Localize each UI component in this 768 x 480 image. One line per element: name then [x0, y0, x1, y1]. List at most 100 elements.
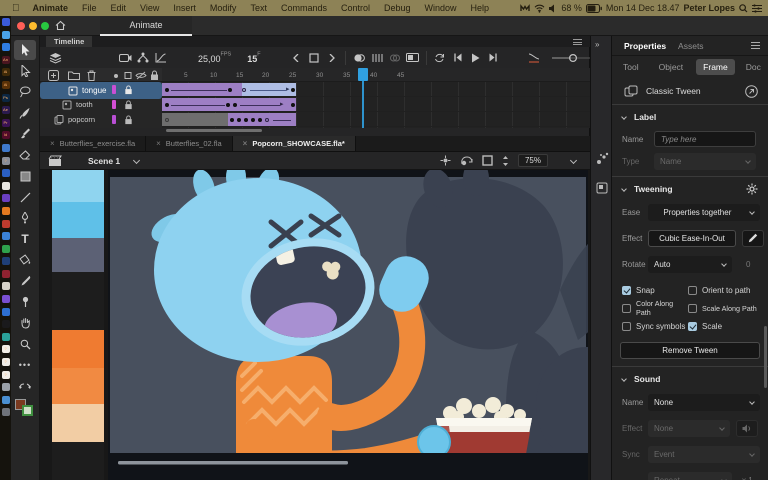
volume-icon[interactable]: [549, 4, 557, 13]
zoom-chevron-icon[interactable]: [570, 157, 577, 164]
more-tools-button[interactable]: •••: [14, 355, 36, 375]
menu-help[interactable]: Help: [464, 3, 497, 13]
layer-color-swatch[interactable]: [112, 100, 116, 109]
dock[interactable]: AnAiAiPsAePrId????: [0, 16, 11, 480]
dock-app-icon[interactable]: ?: [2, 157, 10, 165]
paint-bucket-tool[interactable]: [14, 250, 36, 270]
menu-control[interactable]: Control: [334, 3, 377, 13]
dock-app-icon[interactable]: ?: [2, 371, 10, 379]
swatch-peach[interactable]: [52, 404, 104, 442]
outline-column-icon[interactable]: [124, 70, 132, 81]
menu-window[interactable]: Window: [418, 3, 464, 13]
dock-app-icon[interactable]: [2, 270, 10, 278]
center-frame-icon[interactable]: [440, 155, 451, 166]
particles-panel-icon[interactable]: [596, 152, 609, 165]
menu-debug[interactable]: Debug: [377, 3, 418, 13]
swap-colors-icon[interactable]: [14, 376, 36, 396]
scene-chevron-icon[interactable]: [133, 157, 140, 164]
onion-skin-outlines-icon[interactable]: [368, 50, 386, 66]
fps-value[interactable]: 25,00FPS: [198, 49, 231, 67]
control-center-icon[interactable]: [752, 4, 762, 13]
graph-editor-icon[interactable]: [152, 50, 170, 66]
delete-layer-icon[interactable]: [87, 70, 96, 81]
insert-keyframe-icon[interactable]: [305, 50, 323, 66]
zoom-tool[interactable]: [14, 334, 36, 354]
fill-color-chip[interactable]: [22, 405, 33, 416]
dock-app-icon[interactable]: Ae: [2, 106, 10, 114]
scale-along-path-checkbox[interactable]: Scale Along Path: [688, 304, 757, 313]
dock-app-icon[interactable]: [2, 31, 10, 39]
dock-app-icon[interactable]: [2, 245, 10, 253]
classic-brush-tool[interactable]: [14, 124, 36, 144]
layer-color-swatch[interactable]: [112, 85, 116, 94]
previous-keyframe-icon[interactable]: [287, 50, 305, 66]
ease-curve-icon[interactable]: [525, 50, 543, 66]
dock-app-icon[interactable]: An: [2, 56, 10, 64]
repeat-count-value[interactable]: x 1: [742, 476, 753, 480]
convert-tween-icon[interactable]: [745, 85, 758, 98]
dock-app-icon[interactable]: Ps: [2, 94, 10, 102]
create-frame-span-icon[interactable]: [404, 50, 422, 66]
layer-row-tooth[interactable]: tooth: [40, 97, 162, 112]
layer-color-swatch[interactable]: [112, 115, 116, 124]
dock-app-icon[interactable]: Id: [2, 131, 10, 139]
label-type-select[interactable]: Name: [654, 153, 756, 170]
frame-row-tongue[interactable]: ▸: [162, 82, 590, 97]
close-tab-icon[interactable]: ×: [50, 139, 55, 148]
timeline-panel-tab[interactable]: Timeline: [46, 36, 92, 47]
zoom-window-button[interactable]: [41, 22, 49, 30]
orient-to-path-checkbox[interactable]: Orient to path: [688, 286, 750, 295]
swatch-light-blue[interactable]: [52, 170, 104, 202]
swatch-medium-blue[interactable]: [52, 202, 104, 238]
edit-ease-pencil-button[interactable]: [742, 230, 764, 247]
doc-tab-butterflies-02[interactable]: ×Butterflies_02.fla: [146, 136, 233, 151]
scene-name[interactable]: Scene 1: [88, 156, 120, 166]
timeline-scrollbar[interactable]: [162, 129, 590, 133]
next-keyframe-icon[interactable]: [323, 50, 341, 66]
frame-row-tooth[interactable]: ▸: [162, 97, 590, 112]
menubar-user[interactable]: Peter Lopes: [683, 3, 735, 13]
menu-animate[interactable]: Animate: [26, 3, 76, 13]
layer-lock-icon[interactable]: [124, 85, 133, 95]
close-tab-icon[interactable]: ×: [243, 139, 248, 148]
tab-properties[interactable]: Properties: [624, 41, 666, 51]
swatch-slate[interactable]: [52, 238, 104, 272]
menu-commands[interactable]: Commands: [274, 3, 334, 13]
zoom-stepper[interactable]: [502, 155, 509, 167]
minimize-window-button[interactable]: [29, 22, 37, 30]
rotate-select[interactable]: Auto: [648, 256, 732, 273]
layer-row-popcorn[interactable]: popcorn: [40, 112, 162, 127]
stroke-fill-color-chips[interactable]: [15, 399, 35, 417]
lasso-tool[interactable]: [14, 82, 36, 102]
menu-view[interactable]: View: [133, 3, 166, 13]
apple-menu-icon[interactable]: : [6, 3, 26, 14]
new-layer-icon[interactable]: [48, 70, 59, 81]
dock-app-icon[interactable]: [2, 169, 10, 177]
dock-app-icon[interactable]: [2, 194, 10, 202]
app-document-tab[interactable]: Animate: [100, 16, 192, 36]
dock-app-icon[interactable]: [2, 257, 10, 265]
layer-lock-icon[interactable]: [124, 115, 133, 125]
menubar-clock[interactable]: Mon 14 Dec 18.47: [606, 3, 680, 13]
eyedropper-tool[interactable]: [14, 271, 36, 291]
fluid-brush-tool[interactable]: [14, 103, 36, 123]
dock-app-icon[interactable]: ?: [2, 345, 10, 353]
ease-select[interactable]: Properties together: [648, 204, 760, 221]
dock-app-icon[interactable]: Ai: [2, 81, 10, 89]
dock-app-icon[interactable]: ?: [2, 358, 10, 366]
rotate-count-value[interactable]: 0: [746, 260, 750, 269]
sound-section-header[interactable]: Sound: [612, 370, 768, 388]
label-name-input[interactable]: Type here: [654, 131, 756, 147]
snap-checkbox[interactable]: Snap: [622, 286, 688, 295]
menu-edit[interactable]: Edit: [104, 3, 134, 13]
hand-tool[interactable]: [14, 313, 36, 333]
frames-area[interactable]: 5 10 15 20 25 30 35 40 45: [162, 68, 590, 128]
play-button[interactable]: [467, 50, 485, 66]
hide-eye-icon[interactable]: [135, 70, 147, 81]
text-tool[interactable]: T: [14, 229, 36, 249]
step-back-icon[interactable]: [449, 50, 467, 66]
onion-skin-icon[interactable]: [350, 50, 368, 66]
dock-app-icon[interactable]: [2, 220, 10, 228]
dock-app-icon[interactable]: [2, 232, 10, 240]
dock-app-icon[interactable]: [2, 295, 10, 303]
